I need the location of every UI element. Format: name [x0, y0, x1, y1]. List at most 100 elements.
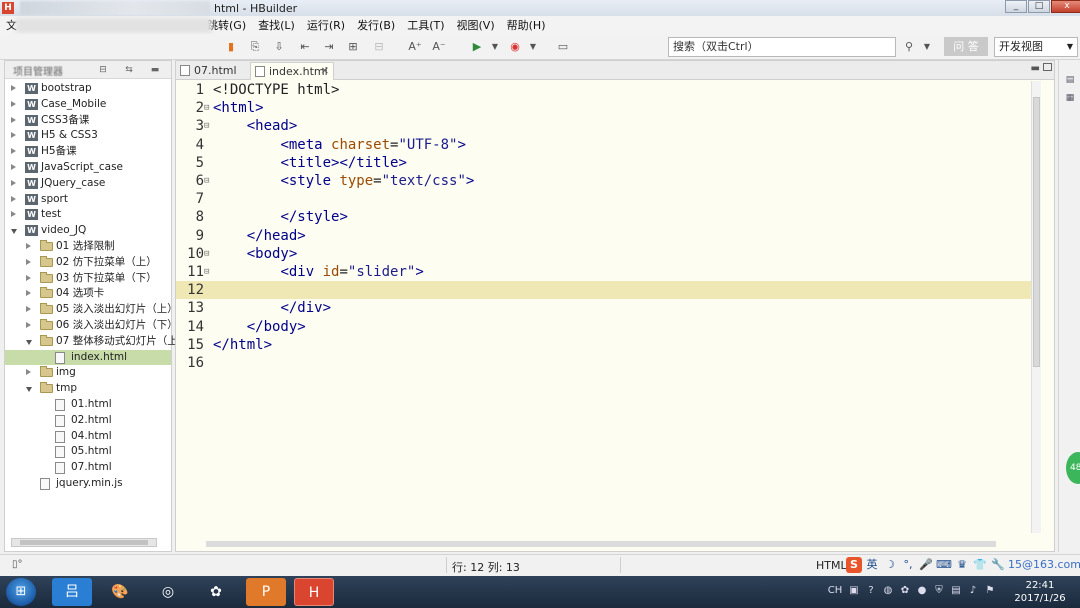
close-tab-icon[interactable]: ✕ [321, 63, 329, 80]
new-file-icon[interactable]: ⎘ [248, 40, 262, 54]
folder-item[interactable]: img [5, 365, 171, 380]
project-item[interactable]: Wsport [5, 192, 171, 207]
expanded-arrow-icon[interactable] [11, 229, 17, 234]
collapsed-arrow-icon[interactable] [26, 290, 31, 296]
editor-maximize-icon[interactable] [1043, 63, 1052, 71]
paint-app-icon[interactable]: 🎨 [100, 578, 140, 606]
code-line[interactable]: 11 ⊟ <div id="slider"> [176, 263, 1032, 281]
input-indicator[interactable]: CH [826, 584, 844, 598]
project-tree-scrollbar[interactable] [11, 538, 157, 547]
network-icon[interactable]: ◍ [881, 584, 895, 598]
menu-view[interactable]: 视图(V) [451, 17, 501, 33]
search-input[interactable]: 搜索（双击Ctrl） [668, 37, 896, 57]
font-increase-icon[interactable]: A⁺ [408, 40, 422, 54]
folder-item[interactable]: 05 淡入淡出幻灯片（上） [5, 302, 178, 317]
help-icon[interactable]: ? [864, 584, 878, 598]
code-line[interactable]: 5 <title></title> [176, 154, 1032, 172]
skin-icon[interactable]: ♛ [954, 557, 970, 573]
project-item[interactable]: W Case_Mobile [5, 97, 171, 112]
step-back-icon[interactable]: ⇤ [298, 40, 312, 54]
expanded-arrow-icon[interactable] [26, 340, 32, 345]
ime-mode[interactable]: 英 [864, 557, 880, 573]
collapsed-arrow-icon[interactable] [26, 275, 31, 281]
collapsed-arrow-icon[interactable] [11, 117, 16, 123]
collapsed-arrow-icon[interactable] [26, 243, 31, 249]
collapsed-arrow-icon[interactable] [11, 132, 16, 138]
tray-icon-3[interactable]: ✿ [898, 584, 912, 598]
collapsed-arrow-icon[interactable] [11, 101, 16, 107]
link-editor-icon[interactable]: ⇆ [123, 64, 135, 76]
code-line[interactable]: 15 </html> [176, 336, 1032, 354]
collapsed-arrow-icon[interactable] [11, 164, 16, 170]
editor-vertical-scrollbar[interactable] [1031, 81, 1041, 533]
collapsed-arrow-icon[interactable] [26, 306, 31, 312]
speaker-icon[interactable]: ♪ [966, 584, 980, 598]
shield-icon[interactable]: ⛨ [932, 584, 946, 598]
menu-help[interactable]: 帮助(H) [501, 17, 552, 33]
code-line[interactable]: 12 [176, 281, 1032, 299]
run-dropdown-icon[interactable]: ▼ [488, 40, 502, 54]
run-icon[interactable]: ▶ [470, 40, 484, 54]
code-line[interactable]: 2 ⊟ <html> [176, 99, 1032, 117]
minimize-button[interactable]: _ [1005, 0, 1027, 13]
fold-marker-icon[interactable]: ⊟ [204, 172, 213, 190]
collapse-all-icon[interactable]: ⊟ [97, 64, 109, 76]
ask-button[interactable]: 问 答 [944, 37, 988, 56]
close-button[interactable]: x [1051, 0, 1080, 13]
keyboard-icon[interactable]: ⌨ [936, 557, 952, 573]
tray-icon-5[interactable]: ▤ [949, 584, 963, 598]
file-item[interactable]: 05.html [5, 444, 171, 459]
shirt-icon[interactable]: 👕 [972, 557, 988, 573]
file-item[interactable]: 01.html [5, 397, 171, 412]
menu-run[interactable]: 运行(R) [301, 17, 351, 33]
step-forward-icon[interactable]: ⇥ [322, 40, 336, 54]
fold-marker-icon[interactable]: ⊟ [204, 99, 213, 117]
moon-icon[interactable]: ☽ [882, 557, 898, 573]
sogou-ime-icon[interactable]: S [846, 557, 862, 573]
save-icon[interactable]: ⇩ [272, 40, 286, 54]
code-line[interactable]: 3 ⊟ <head> [176, 117, 1032, 135]
fold-marker-icon[interactable]: ⊟ [204, 245, 213, 263]
code-line[interactable]: 8 </style> [176, 208, 1032, 226]
menu-tools[interactable]: 工具(T) [401, 17, 450, 33]
browser-preview-icon[interactable]: ◉ [508, 40, 522, 54]
browser-dropdown-icon[interactable]: ▼ [526, 40, 540, 54]
editor-minimize-icon[interactable]: ▬ [1031, 63, 1040, 74]
wrench-icon[interactable]: 🔧 [990, 557, 1006, 573]
hbuilder-taskbar-icon[interactable]: H [294, 578, 334, 606]
powerpoint-icon[interactable]: P [246, 578, 286, 606]
fold-marker-icon[interactable]: ⊟ [204, 117, 213, 135]
file-item[interactable]: 04.html [5, 429, 171, 444]
collapsed-arrow-icon[interactable] [26, 369, 31, 375]
structure-icon[interactable]: ▦ [1064, 92, 1076, 104]
search-dropdown-icon[interactable]: ▼ [920, 40, 934, 54]
code-line[interactable]: 6 ⊟ <style type="text/css"> [176, 172, 1032, 190]
file-item[interactable]: 02.html [5, 413, 171, 428]
tab-07-html[interactable]: 07.html [176, 62, 248, 80]
expanded-arrow-icon[interactable] [26, 387, 32, 392]
code-line[interactable]: 13 </div> [176, 299, 1032, 317]
code-area[interactable]: 1 <!DOCTYPE html> 2 ⊟ <html> 3 ⊟ <head> 4 <meta… [176, 81, 1032, 533]
code-line[interactable]: 1 <!DOCTYPE html> [176, 81, 1032, 99]
folder-item[interactable]: 07 整体移动式幻灯片（上） [5, 334, 188, 349]
font-decrease-icon[interactable]: A⁻ [432, 40, 446, 54]
collapsed-arrow-icon[interactable] [11, 211, 16, 217]
collapsed-arrow-icon[interactable] [11, 180, 16, 186]
project-item[interactable]: Wvideo_JQ [5, 223, 171, 238]
taskbar-app-1[interactable]: 吕 [52, 578, 92, 606]
folder-item[interactable]: 03 仿下拉菜单（下） [5, 271, 171, 286]
microphone-icon[interactable]: 🎤 [918, 557, 934, 573]
format-icon[interactable]: ⊞ [346, 40, 360, 54]
menu-release[interactable]: 发行(B) [351, 17, 401, 33]
project-item[interactable]: W H5备课 [5, 144, 171, 159]
punctuation-icon[interactable]: °, [900, 557, 916, 573]
code-line[interactable]: 10 ⊟ <body> [176, 245, 1032, 263]
folder-item[interactable]: 04 选项卡 [5, 286, 171, 301]
file-item[interactable]: 07.html [5, 460, 171, 475]
code-line[interactable]: 14 </body> [176, 318, 1032, 336]
code-line[interactable]: 16 [176, 354, 1032, 372]
taskbar-clock[interactable]: 22:41 2017/1/26 [1012, 579, 1068, 605]
project-item[interactable]: Wtest [5, 207, 171, 222]
code-line[interactable]: 7 [176, 190, 1032, 208]
collapsed-arrow-icon[interactable] [26, 322, 31, 328]
